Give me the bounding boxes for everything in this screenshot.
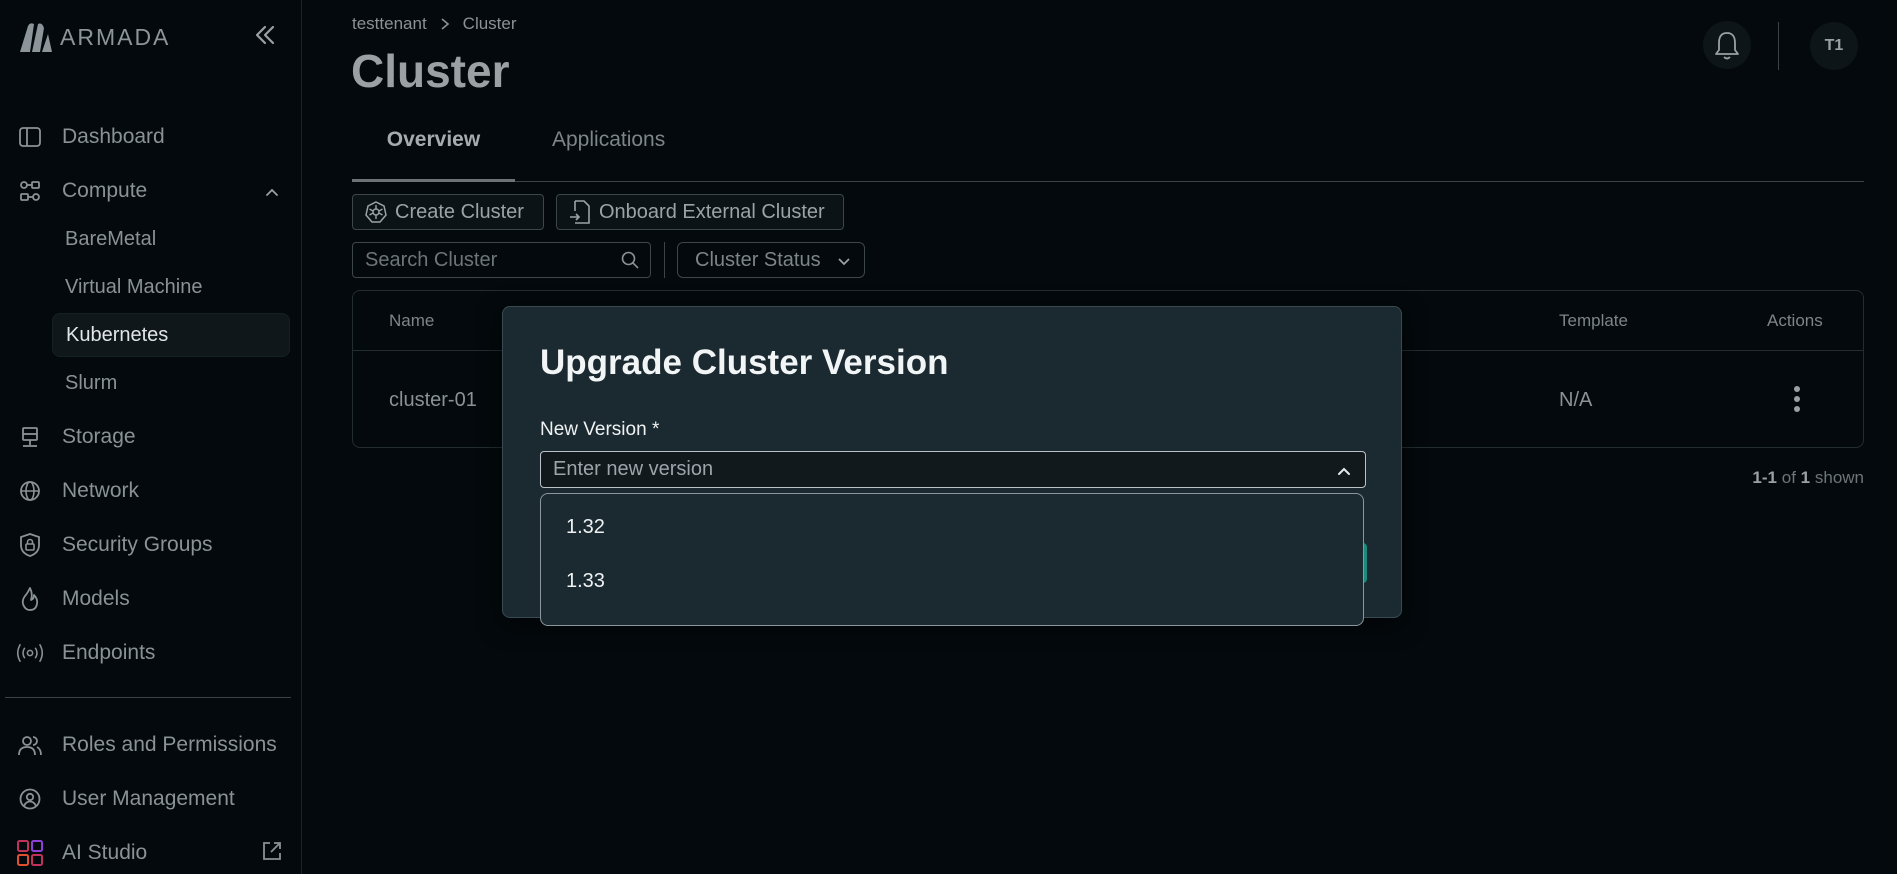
sidebar-item-label: Kubernetes xyxy=(66,323,169,346)
search-icon xyxy=(621,251,639,269)
onboard-external-cluster-label: Onboard External Cluster xyxy=(599,200,825,223)
sidebar-item-label: User Management xyxy=(62,787,235,810)
breadcrumb: testtenant Cluster xyxy=(352,14,517,34)
column-header-template: Template xyxy=(1559,311,1628,330)
pagination-total: 1 xyxy=(1800,468,1811,487)
cell-name[interactable]: cluster-01 xyxy=(389,389,477,412)
tabs: Overview Applications xyxy=(352,118,1864,182)
notifications-button[interactable] xyxy=(1703,21,1751,69)
sidebar-item-baremetal[interactable]: BareMetal xyxy=(52,217,290,261)
lock-icon xyxy=(16,531,44,559)
armada-logo: ARMADA xyxy=(18,20,170,54)
search-cluster xyxy=(352,242,651,278)
tab-overview[interactable]: Overview xyxy=(352,118,515,182)
avatar[interactable]: T1 xyxy=(1810,22,1858,70)
brand-name: ARMADA xyxy=(60,23,171,50)
breadcrumb-current: Cluster xyxy=(462,14,517,33)
user-gear-icon xyxy=(16,785,44,813)
file-import-icon xyxy=(567,199,593,225)
sidebar-item-dashboard[interactable]: Dashboard xyxy=(16,117,165,157)
chevron-up-icon[interactable] xyxy=(262,182,282,202)
sidebar-item-label: Dashboard xyxy=(62,125,165,148)
new-version-combobox[interactable] xyxy=(540,451,1366,488)
sidebar-item-label: Compute xyxy=(62,179,148,202)
sidebar-item-roles-and-permissions[interactable]: Roles and Permissions xyxy=(16,725,277,765)
sidebar-item-slurm[interactable]: Slurm xyxy=(52,361,290,405)
sidebar-item-label: BareMetal xyxy=(65,227,157,250)
dashboard-icon xyxy=(16,123,44,151)
flame-icon xyxy=(16,585,44,613)
network-icon xyxy=(16,477,44,505)
sidebar-item-kubernetes[interactable]: Kubernetes xyxy=(52,313,290,357)
sidebar: ARMADA Dashboard Compute BareMetal Virtu… xyxy=(0,0,302,874)
sidebar-item-label: Security Groups xyxy=(62,533,213,556)
broadcast-icon xyxy=(16,639,44,667)
pagination-summary: 1-1 of 1 shown xyxy=(1752,468,1864,488)
tab-applications[interactable]: Applications xyxy=(552,118,665,182)
pagination-suffix: shown xyxy=(1814,468,1864,487)
pagination-range: 1-1 xyxy=(1752,468,1777,487)
create-cluster-label: Create Cluster xyxy=(395,200,524,223)
sidebar-divider xyxy=(5,697,291,698)
column-header-actions: Actions xyxy=(1767,311,1823,330)
sidebar-item-label: Slurm xyxy=(65,371,118,394)
sidebar-item-security-groups[interactable]: Security Groups xyxy=(16,525,213,565)
breadcrumb-tenant[interactable]: testtenant xyxy=(352,14,427,34)
sidebar-item-storage[interactable]: Storage xyxy=(16,417,136,457)
header-divider xyxy=(1778,22,1779,70)
search-input[interactable] xyxy=(353,248,603,272)
sidebar-item-network[interactable]: Network xyxy=(16,471,139,511)
sidebar-item-user-management[interactable]: User Management xyxy=(16,779,235,819)
chevron-down-icon xyxy=(838,258,850,266)
filter-divider xyxy=(664,242,665,278)
cell-template: N/A xyxy=(1559,389,1593,411)
sidebar-item-label: Endpoints xyxy=(62,641,156,664)
create-cluster-button[interactable]: Create Cluster xyxy=(352,194,544,230)
external-link-icon[interactable] xyxy=(260,839,284,863)
kubernetes-icon xyxy=(363,199,389,225)
sidebar-item-label: Roles and Permissions xyxy=(62,733,277,756)
storage-icon xyxy=(16,423,44,451)
chevron-right-icon xyxy=(439,17,451,31)
compute-icon xyxy=(16,177,44,205)
onboard-external-cluster-button[interactable]: Onboard External Cluster xyxy=(556,194,844,230)
collapse-sidebar-button[interactable] xyxy=(252,22,278,48)
page-title: Cluster xyxy=(351,45,510,97)
dialog-title: Upgrade Cluster Version xyxy=(540,343,949,382)
double-chevron-left-icon xyxy=(255,25,275,45)
users-icon xyxy=(16,731,44,759)
new-version-label: New Version * xyxy=(540,419,660,440)
column-header-name[interactable]: Name xyxy=(389,311,434,331)
sidebar-item-label: AI Studio xyxy=(62,841,148,864)
pagination-of: of xyxy=(1781,468,1796,487)
sidebar-item-virtual-machine[interactable]: Virtual Machine xyxy=(52,265,290,309)
sidebar-item-compute[interactable]: Compute xyxy=(16,171,147,211)
sidebar-item-label: Storage xyxy=(62,425,136,448)
new-version-input[interactable] xyxy=(541,458,1301,481)
bell-icon xyxy=(1715,32,1739,60)
sidebar-item-label: Models xyxy=(62,587,130,610)
version-option[interactable]: 1.33 xyxy=(542,554,1362,608)
sidebar-item-ai-studio[interactable]: AI Studio xyxy=(16,833,147,873)
cluster-status-filter[interactable]: Cluster Status xyxy=(677,242,865,278)
more-actions-icon[interactable] xyxy=(1787,384,1807,414)
grid-icon xyxy=(16,839,44,867)
app-root: ARMADA Dashboard Compute BareMetal Virtu… xyxy=(0,0,1897,874)
sidebar-item-label: Network xyxy=(62,479,140,502)
sidebar-item-label: Virtual Machine xyxy=(65,275,203,298)
armada-logo-icon xyxy=(20,23,52,52)
sidebar-item-models[interactable]: Models xyxy=(16,579,130,619)
chevron-up-icon[interactable] xyxy=(1335,462,1353,480)
version-options-list: 1.32 1.33 xyxy=(540,493,1364,626)
sidebar-item-endpoints[interactable]: Endpoints xyxy=(16,633,155,673)
cluster-status-label: Cluster Status xyxy=(695,248,821,271)
version-option[interactable]: 1.32 xyxy=(542,500,1362,554)
